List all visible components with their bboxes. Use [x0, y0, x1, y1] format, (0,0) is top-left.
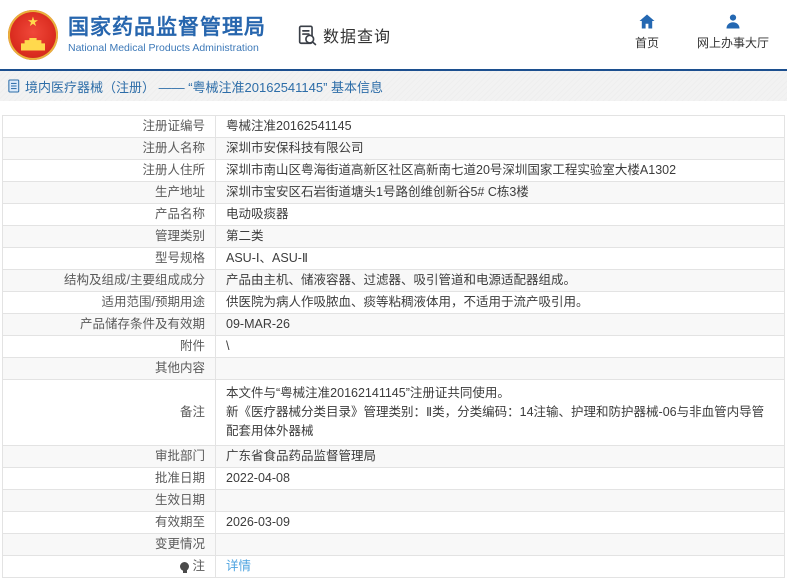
site-header: 国家药品监督管理局 National Medical Products Admi… [0, 0, 787, 71]
table-row: 生产地址深圳市宝安区石岩街道塘头1号路创维创新谷5# C栋3楼 [3, 182, 785, 204]
document-search-icon [296, 24, 318, 46]
row-value: ASU-Ⅰ、ASU-Ⅱ [216, 248, 785, 270]
service-hall-label: 网上办事大厅 [697, 34, 769, 51]
person-icon [725, 14, 741, 29]
row-value: 第二类 [216, 226, 785, 248]
row-label: 适用范围/预期用途 [3, 292, 216, 314]
row-label: 批准日期 [3, 468, 216, 490]
nav-data-query[interactable]: 数据查询 [296, 23, 391, 47]
site-subtitle: National Medical Products Administration [68, 42, 266, 54]
row-label: 产品储存条件及有效期 [3, 314, 216, 336]
table-row: 型号规格ASU-Ⅰ、ASU-Ⅱ [3, 248, 785, 270]
site-title: 国家药品监督管理局 [68, 15, 266, 40]
breadcrumb: 境内医疗器械（注册） —— “粤械注准20162541145” 基本信息 [0, 71, 787, 101]
row-label: 注册人住所 [3, 160, 216, 182]
row-label: 管理类别 [3, 226, 216, 248]
row-label: 有效期至 [3, 512, 216, 534]
row-label: 备注 [3, 380, 216, 446]
row-value: 供医院为病人作吸脓血、痰等粘稠液体用，不适用于流产吸引用。 [216, 292, 785, 314]
table-row: 生效日期 [3, 490, 785, 512]
row-value: 深圳市宝安区石岩街道塘头1号路创维创新谷5# C栋3楼 [216, 182, 785, 204]
table-row: 产品名称电动吸痰器 [3, 204, 785, 226]
row-label: 生效日期 [3, 490, 216, 512]
table-row: 其他内容 [3, 358, 785, 380]
row-value: 2022-04-08 [216, 468, 785, 490]
info-table-body: 注册证编号粤械注准20162541145注册人名称深圳市安保科技有限公司注册人住… [3, 116, 785, 578]
table-row: 变更情况 [3, 534, 785, 556]
details-link[interactable]: 详情 [226, 559, 251, 573]
info-table: 注册证编号粤械注准20162541145注册人名称深圳市安保科技有限公司注册人住… [2, 115, 785, 578]
row-value: \ [216, 336, 785, 358]
row-label: 其他内容 [3, 358, 216, 380]
page: 国家药品监督管理局 National Medical Products Admi… [0, 0, 787, 580]
table-row: 注册人住所深圳市南山区粤海街道高新区社区高新南七道20号深圳国家工程实验室大楼A… [3, 160, 785, 182]
row-label: 型号规格 [3, 248, 216, 270]
row-value [216, 358, 785, 380]
nav-service-hall[interactable]: 网上办事大厅 [697, 14, 769, 51]
table-row: 附件\ [3, 336, 785, 358]
bulb-icon [180, 562, 189, 571]
row-label: 注册证编号 [3, 116, 216, 138]
row-value: 2026-03-09 [216, 512, 785, 534]
home-label: 首页 [635, 34, 659, 51]
row-label: 变更情况 [3, 534, 216, 556]
table-row: 注册人名称深圳市安保科技有限公司 [3, 138, 785, 160]
row-label: 审批部门 [3, 446, 216, 468]
row-value: 09-MAR-26 [216, 314, 785, 336]
table-row: 审批部门广东省食品药品监督管理局 [3, 446, 785, 468]
document-icon [8, 79, 20, 93]
row-label: 注 [3, 556, 216, 578]
table-row: 有效期至2026-03-09 [3, 512, 785, 534]
row-value: 粤械注准20162541145 [216, 116, 785, 138]
row-value: 本文件与“粤械注准20162141145”注册证共同使用。 新《医疗器械分类目录… [216, 380, 785, 446]
row-value [216, 534, 785, 556]
row-value: 深圳市安保科技有限公司 [216, 138, 785, 160]
row-label: 生产地址 [3, 182, 216, 204]
brand: 国家药品监督管理局 National Medical Products Admi… [68, 15, 266, 54]
table-row: 批准日期2022-04-08 [3, 468, 785, 490]
row-value [216, 490, 785, 512]
table-row: 备注本文件与“粤械注准20162141145”注册证共同使用。 新《医疗器械分类… [3, 380, 785, 446]
table-row: 注册证编号粤械注准20162541145 [3, 116, 785, 138]
row-label: 注册人名称 [3, 138, 216, 160]
row-value: 电动吸痰器 [216, 204, 785, 226]
row-label: 附件 [3, 336, 216, 358]
table-row: 结构及组成/主要组成成分产品由主机、储液容器、过滤器、吸引管道和电源适配器组成。 [3, 270, 785, 292]
table-row: 适用范围/预期用途供医院为病人作吸脓血、痰等粘稠液体用，不适用于流产吸引用。 [3, 292, 785, 314]
data-query-label: 数据查询 [323, 23, 391, 47]
table-row: 产品储存条件及有效期09-MAR-26 [3, 314, 785, 336]
row-value: 产品由主机、储液容器、过滤器、吸引管道和电源适配器组成。 [216, 270, 785, 292]
row-value: 深圳市南山区粤海街道高新区社区高新南七道20号深圳国家工程实验室大楼A1302 [216, 160, 785, 182]
breadcrumb-title: 境内医疗器械（注册） —— “粤械注准20162541145” 基本信息 [25, 77, 383, 96]
row-label: 结构及组成/主要组成成分 [3, 270, 216, 292]
national-emblem-logo [8, 10, 58, 60]
home-icon [639, 14, 655, 29]
table-row: 管理类别第二类 [3, 226, 785, 248]
table-wrap: 注册证编号粤械注准20162541145注册人名称深圳市安保科技有限公司注册人住… [2, 115, 785, 578]
row-value: 广东省食品药品监督管理局 [216, 446, 785, 468]
row-label: 产品名称 [3, 204, 216, 226]
table-row: 注详情 [3, 556, 785, 578]
nav-home[interactable]: 首页 [635, 14, 659, 51]
row-value: 详情 [216, 556, 785, 578]
